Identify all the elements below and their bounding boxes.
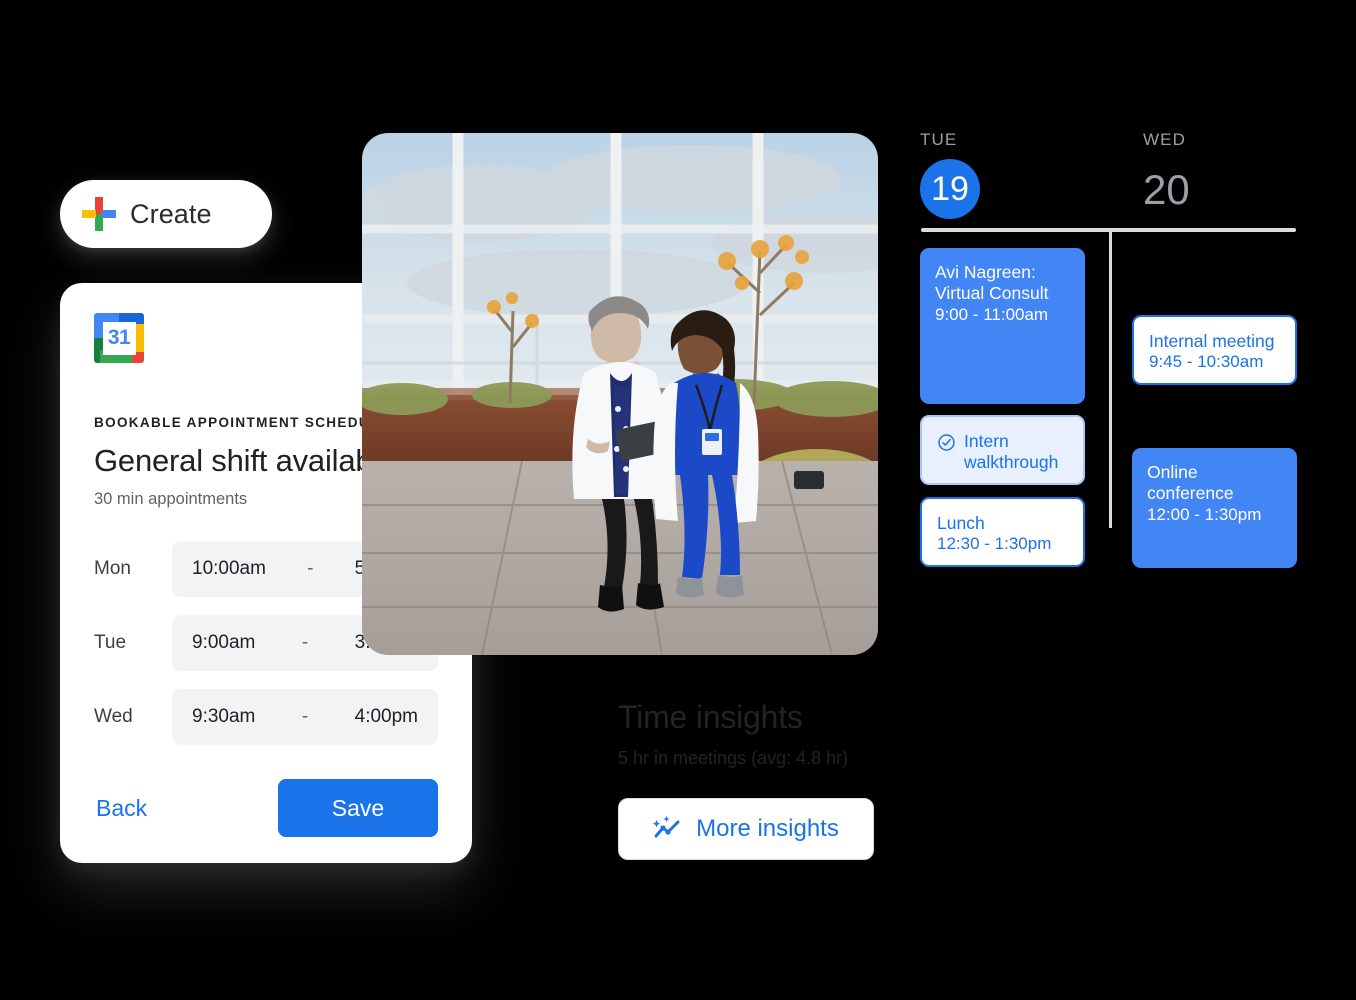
back-button[interactable]: Back	[94, 789, 149, 828]
availability-dash: -	[307, 558, 314, 580]
event-title: Online conference	[1147, 462, 1234, 504]
availability-start-time: 9:00am	[192, 632, 256, 654]
google-plus-icon	[82, 197, 116, 231]
event-title: Internal meeting	[1149, 331, 1275, 351]
calendar-icon-day: 31	[102, 321, 136, 355]
event-intern-walkthrough[interactable]: Intern walkthrough	[920, 415, 1085, 485]
event-lunch[interactable]: Lunch 12:30 - 1:30pm	[920, 497, 1085, 567]
event-time: 9:45 - 10:30am	[1149, 352, 1264, 372]
availability-day: Wed	[94, 706, 133, 728]
day-header-weekday: WED	[1143, 130, 1186, 149]
availability-day: Mon	[94, 558, 131, 580]
save-button[interactable]: Save	[278, 779, 438, 838]
availability-start-time: 10:00am	[192, 558, 266, 580]
time-insights-section: Time insights 5 hr in meetings (avg: 4.8…	[618, 699, 918, 861]
day-header-weekday: TUE	[920, 130, 958, 149]
event-time: 9:00 - 11:00am	[935, 304, 1049, 324]
availability-row: Wed 9:30am - 4:00pm	[94, 689, 438, 746]
day-header-date: 20	[1143, 166, 1190, 213]
event-title: Avi Nagreen: Virtual Consult	[935, 262, 1049, 304]
google-calendar-icon: 31	[94, 313, 144, 363]
availability-start-time: 9:30am	[192, 706, 256, 728]
event-online-conference[interactable]: Online conference 12:00 - 1:30pm	[1132, 448, 1297, 568]
check-circle-icon	[938, 434, 955, 451]
event-avi-nagreen[interactable]: Avi Nagreen: Virtual Consult 9:00 - 11:00…	[920, 248, 1085, 404]
calendar-column-divider	[1109, 228, 1112, 528]
event-internal-meeting[interactable]: Internal meeting 9:45 - 10:30am	[1132, 315, 1297, 385]
availability-dash: -	[301, 632, 309, 654]
day-header-wed[interactable]: WED 20	[1143, 130, 1190, 211]
event-time: 12:00 - 1:30pm	[1147, 504, 1262, 524]
availability-day: Tue	[94, 632, 127, 654]
more-insights-button[interactable]: More insights	[618, 798, 874, 861]
event-time: 12:30 - 1:30pm	[937, 534, 1052, 554]
insights-sparkle-icon	[653, 816, 680, 838]
create-button-label: Create	[130, 198, 212, 229]
hero-photo	[362, 133, 878, 655]
create-button[interactable]: Create	[60, 180, 272, 248]
time-insights-subtitle: 5 hr in meetings (avg: 4.8 hr)	[618, 748, 849, 769]
availability-dash: -	[301, 706, 309, 728]
more-insights-label: More insights	[696, 815, 839, 843]
day-header-tue[interactable]: TUE 19	[920, 130, 980, 219]
availability-end-time: 4:00pm	[354, 706, 418, 728]
event-title: Intern walkthrough	[964, 431, 1059, 473]
dialog-actions: Back Save	[94, 779, 438, 838]
time-insights-title: Time insights	[618, 699, 803, 735]
composite-stage: Create 31 BOOKABLE APPOINTMENT SCHEDULE …	[0, 0, 1356, 1000]
day-header-date: 19	[920, 159, 980, 219]
event-title: Lunch	[937, 513, 985, 533]
calendar-panel: TUE 19 WED 20 Avi Nagreen: Virtual Consul…	[920, 130, 1320, 600]
availability-time-range[interactable]: 9:30am - 4:00pm	[172, 689, 438, 746]
